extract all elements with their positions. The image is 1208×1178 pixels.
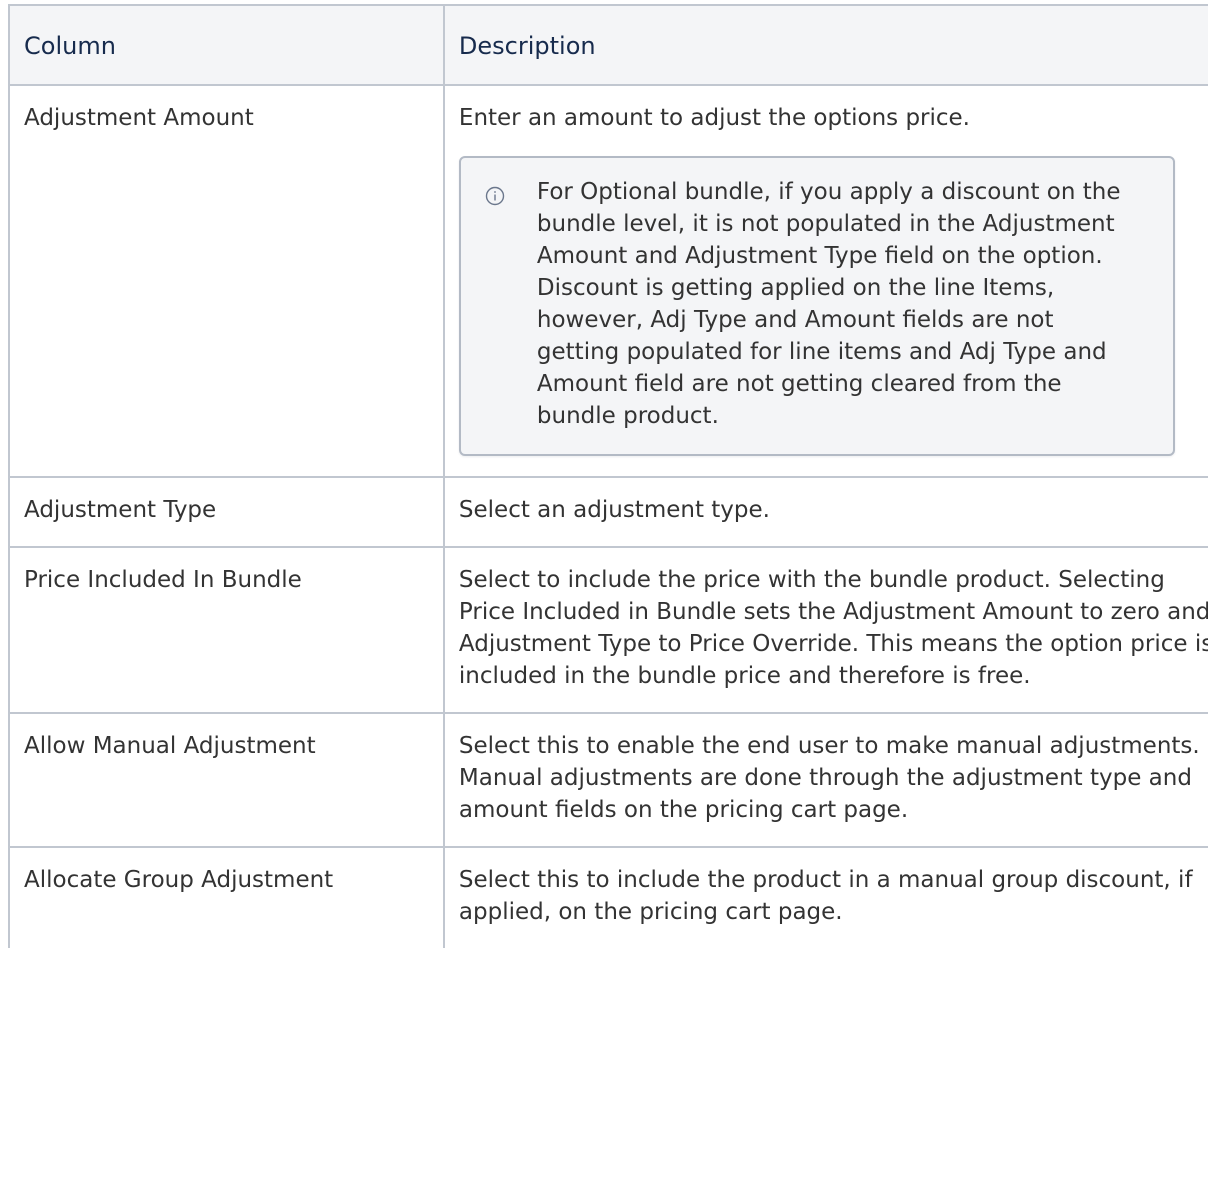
- table-row: Adjustment Type Select an adjustment typ…: [8, 476, 1208, 548]
- description-cell: Select this to include the product in a …: [442, 846, 1208, 948]
- header-column: Column: [8, 4, 445, 86]
- info-icon: [485, 183, 505, 206]
- fields-table: Column Description Adjustment Amount Ent…: [8, 4, 1208, 948]
- description-cell: Select to include the price with the bun…: [442, 546, 1208, 714]
- column-name-cell: Allocate Group Adjustment: [8, 846, 445, 948]
- table-row: Adjustment Amount Enter an amount to adj…: [8, 84, 1208, 478]
- table-row: Price Included In Bundle Select to inclu…: [8, 546, 1208, 714]
- column-name-cell: Allow Manual Adjustment: [8, 712, 445, 848]
- description-cell: Select an adjustment type.: [442, 476, 1208, 548]
- table-row: Allocate Group Adjustment Select this to…: [8, 846, 1208, 948]
- column-name-cell: Adjustment Type: [8, 476, 445, 548]
- info-note-panel: For Optional bundle, if you apply a disc…: [458, 156, 1175, 456]
- description-cell: Select this to enable the end user to ma…: [442, 712, 1208, 848]
- table-row: Allow Manual Adjustment Select this to e…: [8, 712, 1208, 848]
- column-name-cell: Price Included In Bundle: [8, 546, 445, 714]
- column-name-cell: Adjustment Amount: [8, 84, 445, 478]
- description-cell: Enter an amount to adjust the options pr…: [442, 84, 1208, 478]
- header-description: Description: [442, 4, 1208, 86]
- note-paragraph: Discount is getting applied on the line …: [536, 275, 1107, 429]
- description-text: Enter an amount to adjust the options pr…: [458, 105, 970, 131]
- note-paragraph: For Optional bundle, if you apply a disc…: [536, 179, 1121, 269]
- table-header-row: Column Description: [8, 4, 1208, 86]
